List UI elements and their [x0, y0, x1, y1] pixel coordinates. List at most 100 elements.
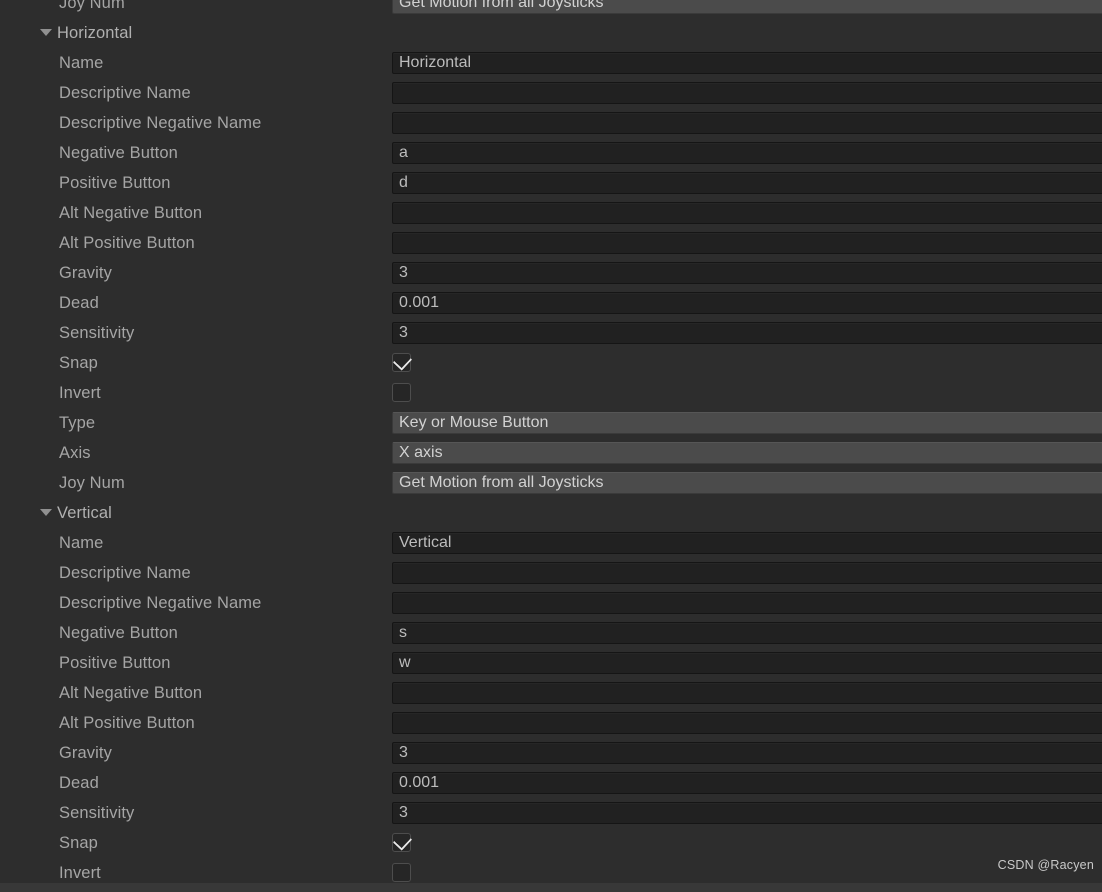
text-input[interactable]	[392, 562, 1102, 584]
property-label: Descriptive Negative Name	[59, 114, 262, 132]
text-input[interactable]: 0.001	[392, 292, 1102, 314]
property-row: Snap	[0, 828, 1102, 858]
property-row: Descriptive Name	[0, 78, 1102, 108]
property-label: Negative Button	[59, 624, 178, 642]
property-row: Sensitivity 3	[0, 318, 1102, 348]
property-label: Sensitivity	[59, 804, 135, 822]
check-icon	[392, 831, 413, 851]
property-row: Invert	[0, 378, 1102, 408]
field-value: w	[399, 654, 411, 671]
property-row: Axis X axis	[0, 438, 1102, 468]
property-row: Joy Num Get Motion from all Joysticks	[0, 0, 1102, 18]
chevron-down-icon[interactable]	[40, 29, 52, 36]
field-value: 0.001	[399, 294, 440, 311]
text-input[interactable]	[392, 712, 1102, 734]
property-row: Positive Button d	[0, 168, 1102, 198]
property-row: Dead 0.001	[0, 768, 1102, 798]
property-label: Joy Num	[59, 474, 125, 492]
property-row: Alt Negative Button	[0, 198, 1102, 228]
property-row: Alt Positive Button	[0, 708, 1102, 738]
chevron-down-icon[interactable]	[40, 509, 52, 516]
property-row: Descriptive Negative Name	[0, 108, 1102, 138]
property-label: Sensitivity	[59, 324, 135, 342]
property-row: Alt Positive Button	[0, 228, 1102, 258]
property-label: Dead	[59, 774, 99, 792]
property-row: Sensitivity 3	[0, 798, 1102, 828]
field-value: Vertical	[399, 534, 452, 551]
field-value: 0.001	[399, 774, 440, 791]
dropdown-field[interactable]: Get Motion from all Joysticks	[392, 0, 1102, 14]
property-row: Name Vertical	[0, 528, 1102, 558]
text-input[interactable]: 3	[392, 322, 1102, 344]
text-input[interactable]: w	[392, 652, 1102, 674]
property-label: Descriptive Name	[59, 564, 191, 582]
text-input[interactable]: 3	[392, 742, 1102, 764]
text-input[interactable]	[392, 112, 1102, 134]
property-label: Gravity	[59, 744, 112, 762]
property-row: Positive Button w	[0, 648, 1102, 678]
property-label[interactable]: Horizontal	[57, 18, 132, 48]
text-input[interactable]: a	[392, 142, 1102, 164]
text-input[interactable]: d	[392, 172, 1102, 194]
field-value: Horizontal	[399, 54, 472, 71]
text-input[interactable]	[392, 232, 1102, 254]
text-input[interactable]: s	[392, 622, 1102, 644]
text-input[interactable]	[392, 82, 1102, 104]
property-label: Alt Negative Button	[59, 204, 203, 222]
property-row: Joy Num Get Motion from all Joysticks	[0, 468, 1102, 498]
property-label: Snap	[59, 354, 98, 372]
property-label: Positive Button	[59, 174, 171, 192]
property-label: Descriptive Name	[59, 84, 191, 102]
checkbox[interactable]	[392, 351, 413, 372]
property-row: Negative Button a	[0, 138, 1102, 168]
text-input[interactable]	[392, 592, 1102, 614]
field-value: 3	[399, 744, 408, 761]
property-label: Descriptive Negative Name	[59, 594, 262, 612]
property-row: Descriptive Negative Name	[0, 588, 1102, 618]
property-label: Negative Button	[59, 144, 178, 162]
text-input[interactable]	[392, 202, 1102, 224]
text-input[interactable]	[392, 682, 1102, 704]
dropdown-field[interactable]: X axis	[392, 442, 1102, 464]
property-row: Gravity 3	[0, 738, 1102, 768]
property-label: Axis	[59, 444, 91, 462]
checkbox[interactable]	[392, 383, 411, 402]
dropdown-field[interactable]: Get Motion from all Joysticks	[392, 472, 1102, 494]
property-row: Horizontal	[0, 18, 1102, 48]
text-input[interactable]: 3	[392, 802, 1102, 824]
field-value: 3	[399, 324, 408, 341]
property-row: Type Key or Mouse Button	[0, 408, 1102, 438]
text-input[interactable]: 0.001	[392, 772, 1102, 794]
property-row: Vertical	[0, 498, 1102, 528]
field-value: 3	[399, 264, 408, 281]
property-label: Alt Negative Button	[59, 684, 203, 702]
text-input[interactable]: 3	[392, 262, 1102, 284]
checkbox[interactable]	[392, 831, 413, 852]
property-row: Dead 0.001	[0, 288, 1102, 318]
property-list: Joy Num Get Motion from all Joysticks Hori…	[0, 0, 1102, 892]
checkbox[interactable]	[392, 863, 411, 882]
text-input[interactable]: Horizontal	[392, 52, 1102, 74]
property-label: Joy Num	[59, 0, 125, 12]
property-label: Positive Button	[59, 654, 171, 672]
field-value: d	[399, 174, 408, 191]
property-label: Invert	[59, 384, 101, 402]
bottom-strip	[0, 883, 1102, 892]
dropdown-field[interactable]: Key or Mouse Button	[392, 412, 1102, 434]
text-input[interactable]: Vertical	[392, 532, 1102, 554]
property-label: Snap	[59, 834, 98, 852]
field-value: X axis	[399, 444, 443, 461]
property-row: Name Horizontal	[0, 48, 1102, 78]
property-row: Alt Negative Button	[0, 678, 1102, 708]
property-label[interactable]: Vertical	[57, 498, 112, 528]
property-label: Alt Positive Button	[59, 714, 195, 732]
field-value: Get Motion from all Joysticks	[399, 0, 604, 11]
field-value: 3	[399, 804, 408, 821]
input-manager-inspector: Joy Num Get Motion from all Joysticks Hori…	[0, 0, 1102, 892]
check-icon	[392, 351, 413, 371]
property-row: Descriptive Name	[0, 558, 1102, 588]
field-value: Key or Mouse Button	[399, 414, 549, 431]
property-label: Dead	[59, 294, 99, 312]
property-row: Negative Button s	[0, 618, 1102, 648]
field-value: s	[399, 624, 407, 641]
